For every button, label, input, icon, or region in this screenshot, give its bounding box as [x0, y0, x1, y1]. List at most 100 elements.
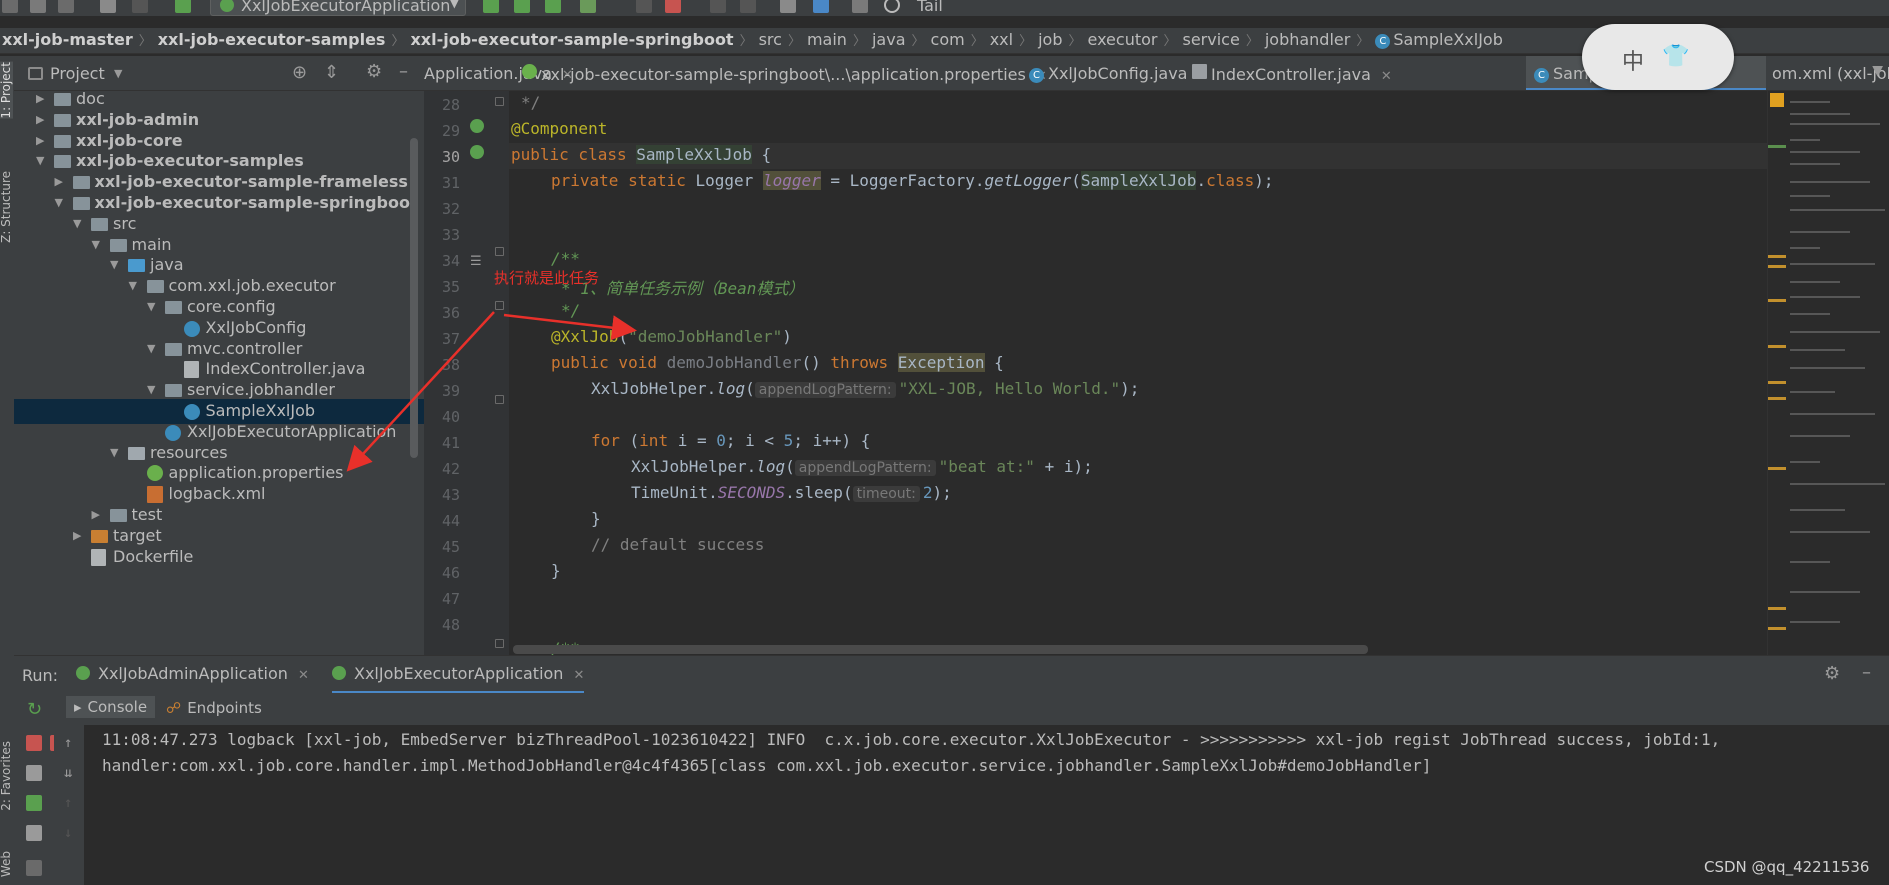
code-editor[interactable]: */ @Component public class SampleXxlJob … — [509, 91, 1767, 655]
chevron-down-icon[interactable]: ▼ — [129, 279, 137, 292]
chevron-down-icon[interactable]: ▼ — [73, 217, 81, 230]
gear-icon[interactable]: ⚙ — [366, 61, 382, 82]
project-structure-icon[interactable] — [813, 0, 829, 13]
restore-layout-icon[interactable] — [26, 795, 42, 811]
breadcrumb-item[interactable]: xxl-job-master — [2, 30, 133, 49]
project-panel-title[interactable]: Project — [50, 64, 105, 83]
breadcrumb-item[interactable]: xxl-job-executor-samples — [158, 30, 386, 49]
breadcrumb-item[interactable]: job — [1038, 30, 1062, 49]
editor-tab[interactable]: CXxlJobConfig.java✕ — [1021, 56, 1208, 90]
chevron-right-icon[interactable]: ▶ — [92, 508, 100, 521]
profile-icon[interactable] — [580, 0, 596, 13]
collapse-icon[interactable]: ⇕ — [324, 62, 339, 83]
console-tab[interactable]: ▸ Console — [66, 696, 156, 718]
run-config-dropdown[interactable]: XxlJobExecutorApplication ▼ — [210, 0, 466, 16]
tab-overflow-icon[interactable]: ▼ — [1872, 63, 1883, 79]
chevron-right-icon[interactable]: ▶ — [36, 134, 44, 147]
debug-icon[interactable] — [514, 0, 530, 13]
render-doc-icon[interactable]: ☰ — [470, 254, 482, 269]
endpoints-tab[interactable]: ☍ Endpoints — [166, 699, 262, 717]
hide-icon[interactable]: – — [399, 61, 408, 82]
chevron-down-icon[interactable]: ▼ — [147, 300, 155, 313]
editor-tab[interactable]: IndexController.java ✕ — [1184, 56, 1524, 90]
fold-marker-icon[interactable] — [495, 395, 504, 404]
save-icon[interactable] — [30, 0, 46, 13]
chevron-right-icon[interactable]: ▶ — [73, 529, 81, 542]
chevron-down-icon[interactable]: ▼ — [147, 342, 155, 355]
breadcrumb-item[interactable]: SampleXxlJob — [1393, 30, 1503, 49]
console-output[interactable]: ↑ ⇊ ↑ ↓ 11:08:47.273 logback [xxl-job, E… — [54, 725, 1889, 885]
wrench-icon[interactable] — [780, 0, 796, 13]
chevron-down-icon[interactable]: ▼ — [147, 383, 155, 396]
chevron-down-icon[interactable]: ▼ — [36, 154, 44, 167]
search-icon[interactable] — [884, 0, 900, 13]
sort-icon[interactable]: ⇊ — [64, 765, 72, 781]
build-icon[interactable] — [175, 0, 191, 13]
breadcrumb-item[interactable]: executor — [1088, 30, 1158, 49]
breadcrumb-item[interactable]: xxl-job-executor-sample-springboot — [410, 30, 733, 49]
run-gutter-icon[interactable] — [470, 145, 484, 159]
rerun-icon[interactable]: ↻ — [27, 699, 42, 720]
breadcrumb-item[interactable]: jobhandler — [1265, 30, 1351, 49]
structure-tool-tab[interactable]: Z: Structure — [0, 171, 13, 243]
fold-marker-icon[interactable] — [495, 301, 504, 310]
shirt-icon[interactable]: 👕 — [1662, 44, 1689, 69]
close-icon[interactable]: ✕ — [298, 668, 309, 683]
editor-horizontal-scrollbar[interactable] — [513, 645, 1368, 654]
camera-icon[interactable] — [26, 765, 42, 781]
chevron-down-icon[interactable]: ▼ — [114, 67, 122, 80]
breadcrumb-item[interactable]: main — [807, 30, 847, 49]
vcs2-icon[interactable] — [740, 0, 756, 13]
coverage-icon[interactable] — [545, 0, 561, 13]
chevron-right-icon[interactable]: ▶ — [36, 92, 44, 105]
breadcrumb-item[interactable]: src — [759, 30, 782, 49]
breadcrumb-item[interactable]: service — [1183, 30, 1240, 49]
rerun-icon[interactable] — [483, 0, 499, 13]
run-tab-executor[interactable]: XxlJobExecutorApplication ✕ — [332, 664, 585, 694]
fold-marker-icon[interactable] — [495, 639, 504, 648]
ime-mode-label[interactable]: 中 — [1622, 44, 1644, 76]
error-stripe-minimap[interactable] — [1767, 91, 1889, 655]
stop-icon[interactable] — [665, 0, 681, 13]
back-icon[interactable] — [100, 0, 116, 13]
favorites-tool-tab[interactable]: 2: Favorites — [0, 741, 13, 811]
run-icon[interactable] — [636, 0, 652, 13]
gear-icon[interactable]: ⚙ — [1824, 663, 1840, 684]
stop-icon[interactable] — [26, 735, 42, 751]
bean-icon[interactable] — [470, 119, 484, 133]
open-icon[interactable] — [2, 0, 18, 13]
locate-icon[interactable]: ⊕ — [292, 62, 307, 83]
arrow-down-icon[interactable]: ↓ — [64, 825, 72, 841]
scroll-up-icon[interactable]: ↑ — [64, 735, 72, 751]
chevron-down-icon[interactable]: ▼ — [92, 238, 100, 251]
chevron-down-icon[interactable]: ▼ — [110, 446, 118, 459]
chevron-down-icon[interactable]: ▼ — [110, 258, 118, 271]
hide-icon[interactable]: – — [1862, 662, 1871, 683]
folder-icon — [54, 134, 71, 148]
arrow-up-icon[interactable]: ↑ — [64, 795, 72, 811]
run-tab-admin[interactable]: XxlJobAdminApplication ✕ — [76, 664, 309, 683]
breadcrumb-item[interactable]: xxl — [990, 30, 1013, 49]
breadcrumb-item[interactable]: java — [872, 30, 906, 49]
terminal-icon[interactable] — [852, 0, 868, 13]
ime-floating-bar[interactable]: 中 👕 — [1582, 24, 1734, 90]
layout-icon[interactable] — [26, 860, 42, 876]
tree-scrollbar[interactable] — [410, 138, 418, 458]
forward-icon[interactable] — [132, 0, 148, 13]
vcs-icon[interactable] — [710, 0, 726, 13]
chevron-down-icon[interactable]: ▼ — [55, 196, 63, 209]
breadcrumb-item[interactable]: com — [931, 30, 965, 49]
close-icon[interactable]: ✕ — [1381, 69, 1392, 84]
editor-tab[interactable]: xxl-job-executor-sample-springboot\...\a… — [514, 56, 1047, 90]
fold-marker-icon[interactable] — [495, 247, 504, 256]
close-icon[interactable]: ✕ — [573, 668, 584, 683]
sync-icon[interactable] — [58, 0, 74, 13]
web-tool-tab[interactable]: Web — [0, 851, 13, 877]
project-tool-tab[interactable]: 1: Project — [0, 62, 13, 119]
chevron-right-icon[interactable]: ▶ — [36, 113, 44, 126]
exit-icon[interactable] — [26, 825, 42, 841]
tail-button[interactable]: Tail — [917, 0, 943, 15]
chevron-right-icon[interactable]: ▶ — [55, 175, 63, 188]
tree-item[interactable]: Dockerfile — [14, 545, 424, 570]
fold-marker-icon[interactable] — [495, 97, 504, 106]
